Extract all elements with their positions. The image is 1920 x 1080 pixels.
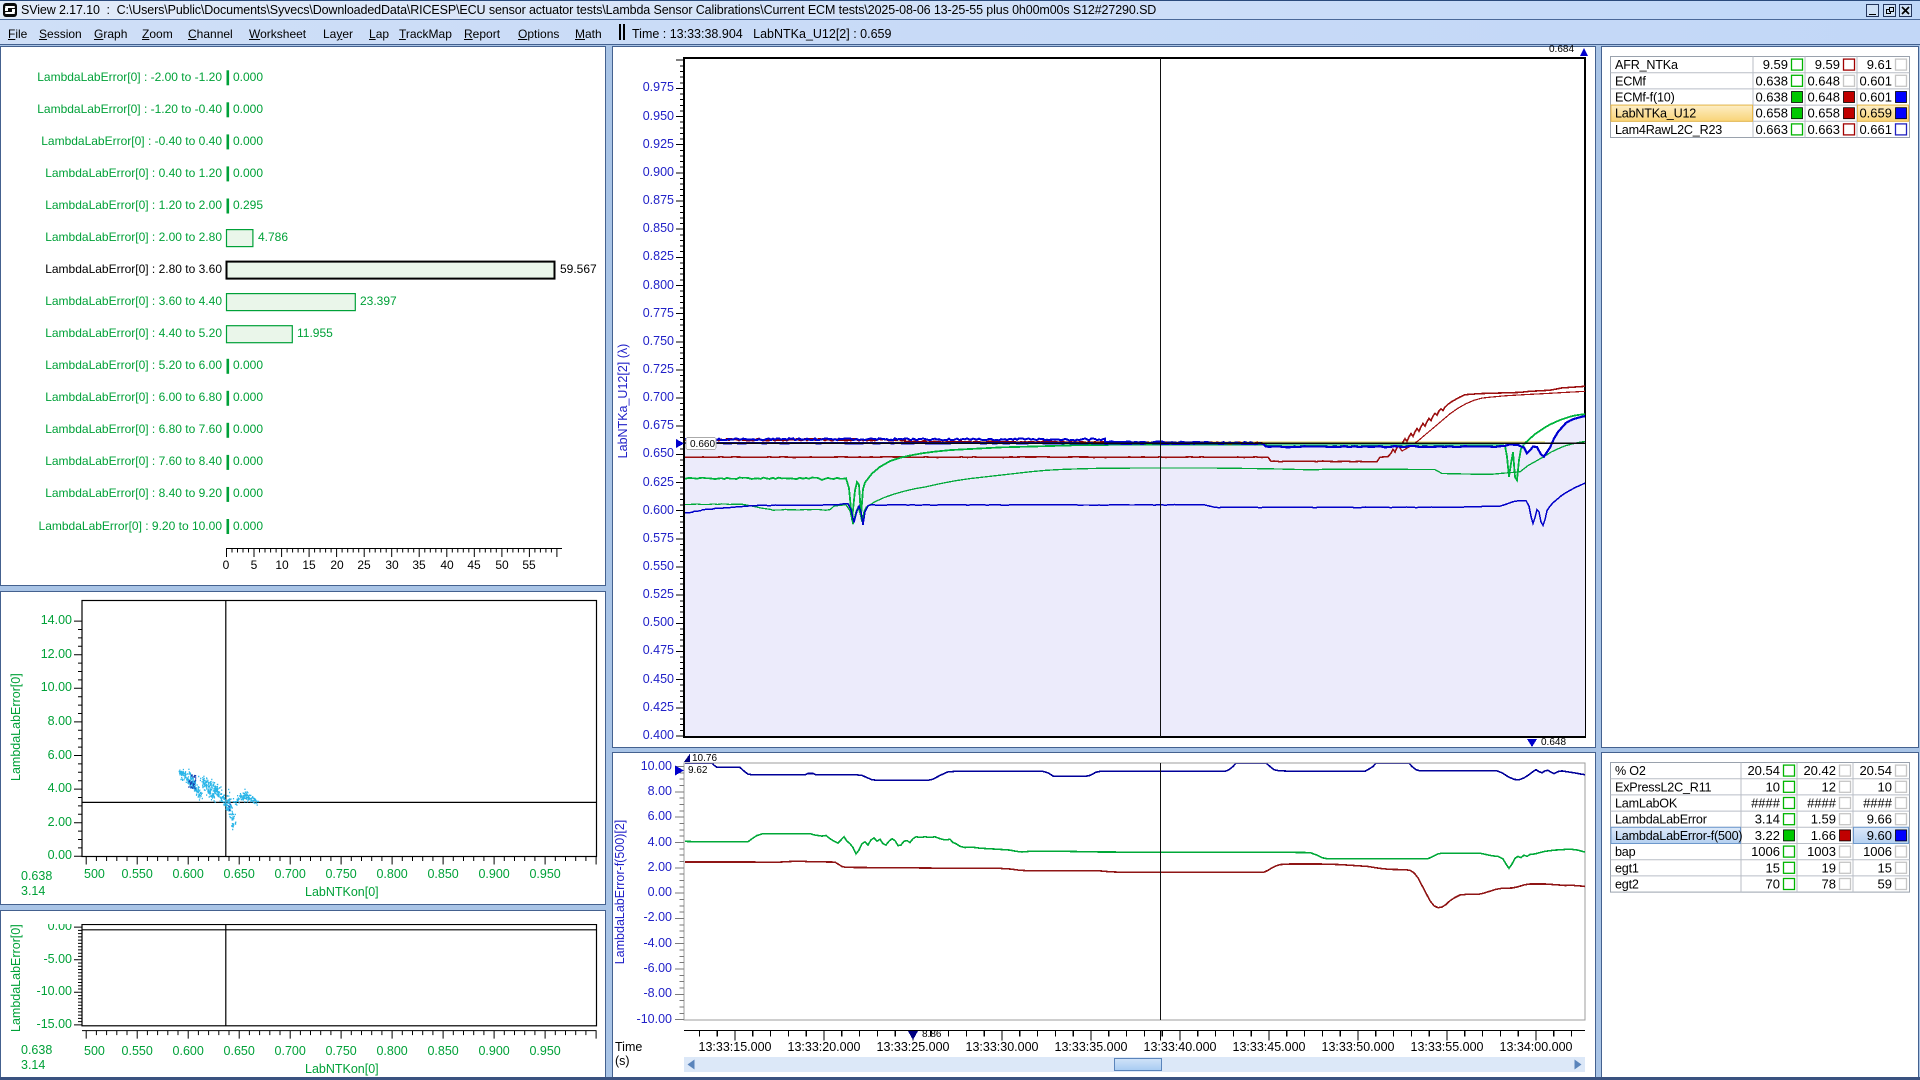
svg-text:1006: 1006 [1751, 844, 1780, 859]
svg-text:10: 10 [1878, 779, 1892, 794]
svg-text:1.59: 1.59 [1811, 812, 1836, 827]
svg-text:0.648: 0.648 [1807, 90, 1840, 105]
svg-text:78: 78 [1822, 877, 1836, 892]
svg-text:LambdaLabError: LambdaLabError [1615, 813, 1707, 827]
svg-text:12: 12 [1822, 779, 1836, 794]
svg-text:####: #### [1807, 796, 1837, 811]
svg-text:0.601: 0.601 [1859, 73, 1892, 88]
svg-text:20.54: 20.54 [1747, 763, 1780, 778]
svg-text:LamLabOK: LamLabOK [1615, 797, 1678, 811]
svg-text:1.66: 1.66 [1811, 828, 1836, 843]
svg-text:19: 19 [1822, 860, 1836, 875]
svg-text:LabNTKa_U12: LabNTKa_U12 [1615, 107, 1696, 121]
svg-text:9.60: 9.60 [1867, 828, 1892, 843]
svg-text:9.59: 9.59 [1763, 57, 1788, 72]
svg-text:% O2: % O2 [1615, 764, 1646, 778]
svg-text:0.663: 0.663 [1755, 122, 1788, 137]
svg-text:0.648: 0.648 [1807, 73, 1840, 88]
svg-text:0.658: 0.658 [1755, 106, 1788, 121]
svg-text:20.54: 20.54 [1859, 763, 1892, 778]
svg-text:15: 15 [1766, 860, 1780, 875]
svg-text:15: 15 [1878, 860, 1892, 875]
svg-text:egt1: egt1 [1615, 861, 1639, 875]
svg-text:1003: 1003 [1807, 844, 1836, 859]
svg-text:bap: bap [1615, 845, 1636, 859]
svg-text:0.663: 0.663 [1807, 122, 1840, 137]
svg-text:ECMf: ECMf [1615, 74, 1646, 88]
svg-text:70: 70 [1766, 877, 1780, 892]
svg-text:20.42: 20.42 [1803, 763, 1836, 778]
svg-text:ECMf-f(10): ECMf-f(10) [1615, 91, 1675, 105]
svg-text:0.658: 0.658 [1807, 106, 1840, 121]
svg-text:0.638: 0.638 [1755, 73, 1788, 88]
svg-text:AFR_NTKa: AFR_NTKa [1615, 58, 1678, 72]
svg-text:9.59: 9.59 [1815, 57, 1840, 72]
svg-text:9.61: 9.61 [1867, 57, 1892, 72]
svg-text:0.661: 0.661 [1859, 122, 1892, 137]
svg-text:1006: 1006 [1863, 844, 1892, 859]
svg-text:egt2: egt2 [1615, 878, 1639, 892]
svg-text:Lam4RawL2C_R23: Lam4RawL2C_R23 [1615, 123, 1722, 137]
svg-text:3.22: 3.22 [1755, 828, 1780, 843]
svg-text:3.14: 3.14 [1755, 812, 1780, 827]
svg-text:0.638: 0.638 [1755, 90, 1788, 105]
svg-text:59: 59 [1878, 877, 1892, 892]
svg-text:0.601: 0.601 [1859, 90, 1892, 105]
svg-text:ExPressL2C_R11: ExPressL2C_R11 [1615, 780, 1712, 794]
svg-text:10: 10 [1766, 779, 1780, 794]
svg-text:0.659: 0.659 [1859, 106, 1892, 121]
svg-text:LambdaLabError-f(500): LambdaLabError-f(500) [1615, 829, 1742, 843]
svg-text:9.66: 9.66 [1867, 812, 1892, 827]
svg-text:####: #### [1751, 796, 1781, 811]
svg-text:####: #### [1863, 796, 1893, 811]
